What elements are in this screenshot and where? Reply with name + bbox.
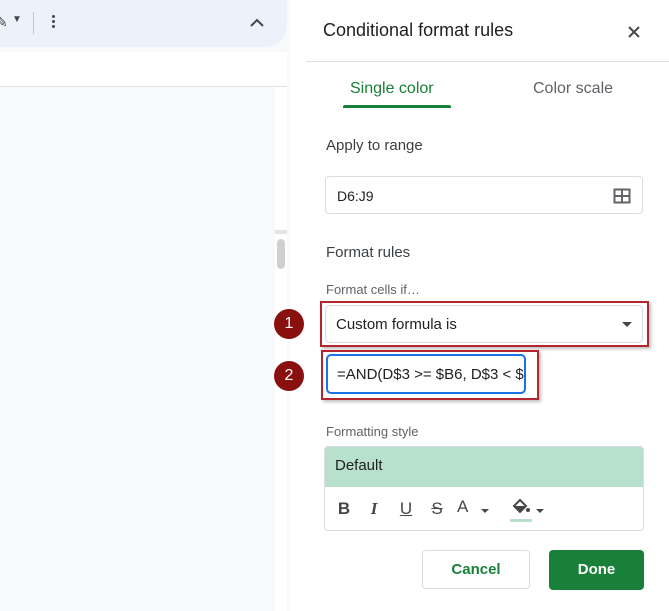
text-color-icon[interactable]: A xyxy=(457,497,491,521)
tab-color-scale[interactable]: Color scale xyxy=(533,80,613,98)
dropdown-arrow-icon xyxy=(622,322,632,327)
vertical-scrollbar[interactable] xyxy=(275,87,287,611)
range-input[interactable]: D6:J9 xyxy=(325,176,643,214)
fill-color-icon[interactable] xyxy=(510,498,546,522)
done-button[interactable]: Done xyxy=(549,550,644,590)
active-tab-indicator xyxy=(343,105,451,108)
formatting-style-label: Formatting style xyxy=(326,424,419,439)
spreadsheet-area: ✎ ▼ xyxy=(0,0,290,611)
custom-formula-input[interactable]: =AND(D$3 >= $B6, D$3 < $ xyxy=(326,354,526,394)
divider xyxy=(306,61,669,62)
step-badge-1: 1 xyxy=(274,309,304,339)
paint-format-icon[interactable]: ✎ xyxy=(0,14,8,31)
formula-bar[interactable] xyxy=(0,52,287,87)
format-cells-if-label: Format cells if… xyxy=(326,282,420,297)
panel-title: Conditional format rules xyxy=(323,20,514,40)
style-preview[interactable]: Default xyxy=(325,447,643,487)
format-rules-heading: Format rules xyxy=(326,244,411,261)
bold-icon[interactable]: B xyxy=(335,499,353,521)
sheet-grid[interactable] xyxy=(0,87,276,611)
fill-color-swatch xyxy=(510,519,532,522)
formatting-style-box: Default B I U S A xyxy=(324,446,644,531)
chevron-down-icon xyxy=(481,509,489,513)
sheet-toolbar: ✎ ▼ xyxy=(0,0,287,47)
condition-dropdown[interactable]: Custom formula is xyxy=(325,305,643,343)
toolbar-divider xyxy=(33,12,34,34)
apply-to-range-heading: Apply to range xyxy=(326,137,423,154)
step-badge-2: 2 xyxy=(274,361,304,391)
scroll-tick xyxy=(275,230,287,234)
style-preview-text: Default xyxy=(335,457,383,474)
chevron-down-icon[interactable]: ▼ xyxy=(12,14,22,25)
chevron-down-icon xyxy=(536,509,544,513)
range-value: D6:J9 xyxy=(337,188,374,204)
close-icon[interactable] xyxy=(622,20,646,44)
text-color-glyph: A xyxy=(457,497,469,516)
underline-icon[interactable]: U xyxy=(397,499,415,521)
scrollbar-thumb[interactable] xyxy=(277,239,285,269)
tab-single-color[interactable]: Single color xyxy=(350,80,434,98)
conditional-format-panel: Conditional format rules Single color Co… xyxy=(274,0,669,611)
select-range-grid-icon[interactable] xyxy=(613,187,631,205)
strikethrough-icon[interactable]: S xyxy=(428,499,446,521)
style-toolbar: B I U S A xyxy=(325,488,643,530)
chevron-up-icon[interactable] xyxy=(246,12,268,34)
formula-value: =AND(D$3 >= $B6, D$3 < $ xyxy=(337,366,524,383)
italic-icon[interactable]: I xyxy=(365,499,383,521)
more-vert-icon[interactable] xyxy=(45,10,61,34)
cancel-button[interactable]: Cancel xyxy=(422,550,530,589)
condition-value: Custom formula is xyxy=(336,316,457,333)
